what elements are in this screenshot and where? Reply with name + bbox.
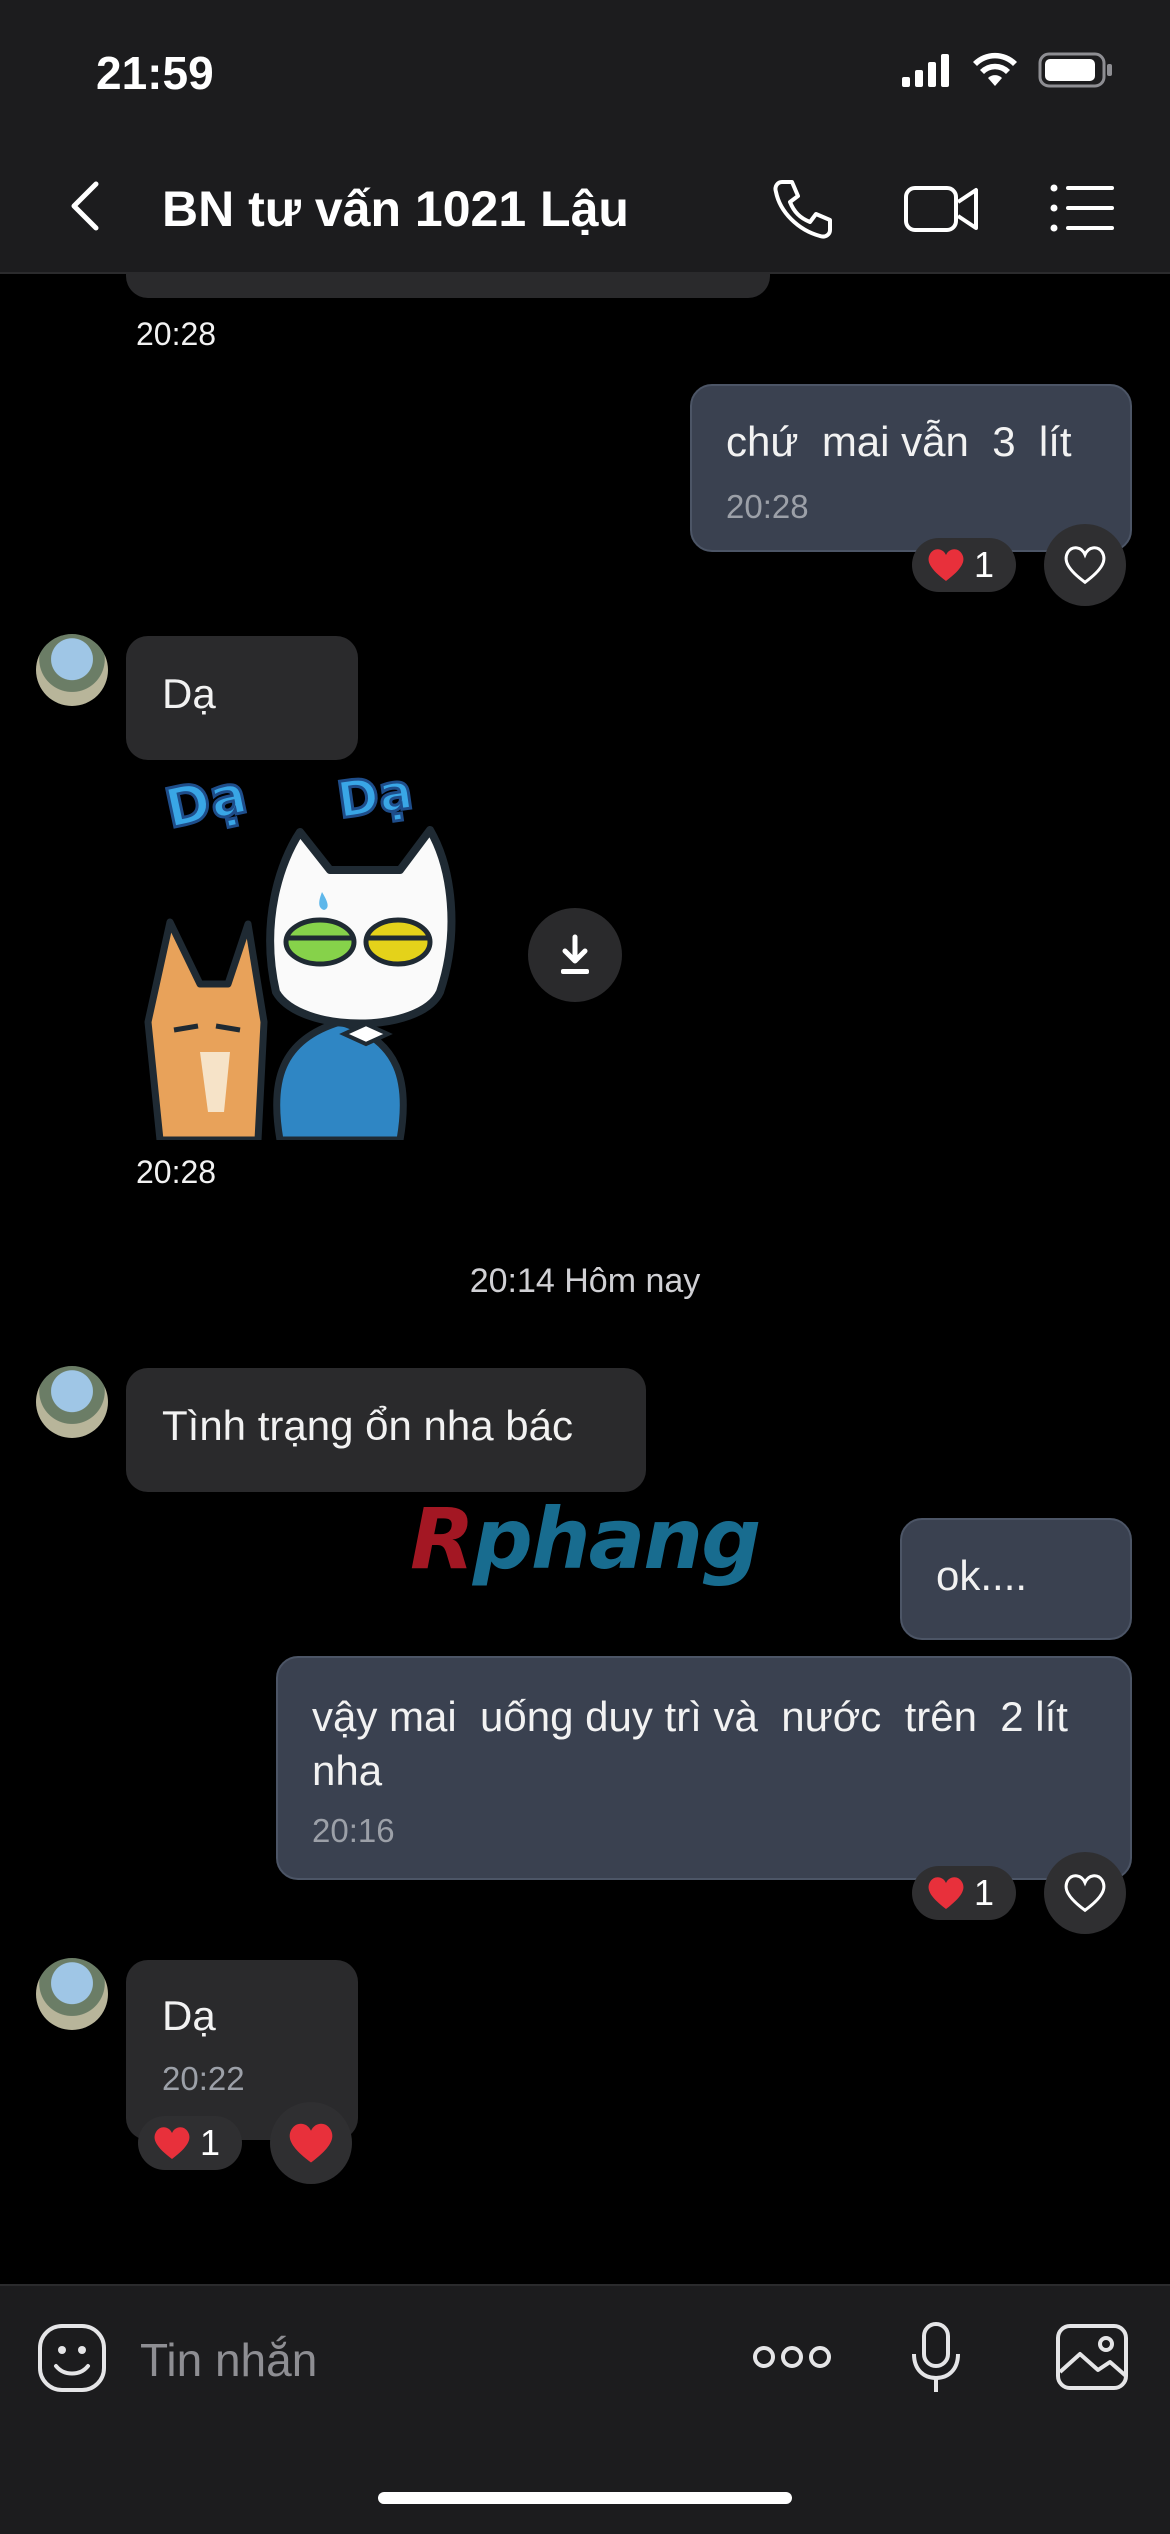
download-button[interactable] [528, 908, 622, 1002]
message-time: 20:28 [726, 488, 809, 525]
watermark-logo: Rphang [410, 1490, 761, 1588]
message-text: ok.... [936, 1552, 1028, 1599]
message-text: Tình trạng ổn nha bác [162, 1402, 573, 1449]
heart-outline-icon [1064, 1874, 1106, 1913]
heart-icon [154, 2127, 190, 2159]
sticker-image[interactable]: Dạ Dạ [130, 760, 510, 1144]
signal-icon [902, 54, 949, 87]
battery-icon [1038, 52, 1112, 88]
menu-list-icon[interactable] [1048, 176, 1118, 240]
message-bubble-outgoing[interactable]: ok.... [900, 1518, 1132, 1640]
message-bubble-partial[interactable] [126, 272, 770, 298]
message-bubble-outgoing[interactable]: vậy mai uống duy trì và nước trên 2 lít … [276, 1656, 1132, 1880]
sticker-cat-fox: Dạ Dạ [144, 760, 456, 1144]
message-bubble-outgoing[interactable]: chứ mai vẫn 3 lít 20:28 [690, 384, 1132, 552]
avatar[interactable] [36, 634, 108, 706]
message-bubble-incoming[interactable]: Dạ [126, 636, 358, 760]
message-text: vậy mai uống duy trì và nước trên 2 lít … [312, 1693, 1092, 1794]
reaction-number: 1 [200, 2122, 221, 2163]
message-time: 20:22 [162, 2060, 245, 2097]
message-text: Dạ [162, 670, 216, 717]
message-input[interactable]: Tin nhắn [140, 2333, 317, 2387]
message-list[interactable]: 20:28 chứ mai vẫn 3 lít 20:28 1 Dạ Dạ Dạ… [0, 272, 1170, 2284]
heart-icon [928, 1877, 964, 1909]
wifi-icon [973, 52, 1017, 86]
download-icon [561, 934, 589, 974]
date-separator: 20:14 Hôm nay [469, 1262, 701, 1300]
react-button[interactable] [270, 2102, 352, 2184]
avatar[interactable] [36, 1366, 108, 1438]
message-text: chứ mai vẫn 3 lít [726, 418, 1072, 465]
heart-outline-icon [1064, 546, 1106, 585]
avatar[interactable] [36, 1958, 108, 2030]
status-time: 21:59 [96, 47, 214, 99]
message-time: 20:16 [312, 1812, 395, 1849]
reaction-number: 1 [974, 1872, 995, 1913]
sticker-text-left: Dạ [160, 772, 253, 841]
more-options-icon[interactable] [752, 2340, 832, 2374]
video-call-icon[interactable] [902, 176, 980, 240]
chat-title[interactable]: BN tư vấn 1021 Lậu [162, 180, 629, 238]
message-bubble-incoming[interactable]: Tình trạng ổn nha bác [126, 1368, 646, 1492]
react-button[interactable] [1044, 1852, 1126, 1934]
reaction-count[interactable]: 1 [912, 1866, 1016, 1920]
status-icons [902, 52, 1114, 88]
sticker-text-right: Dạ [334, 772, 417, 830]
message-time: 20:28 [128, 314, 225, 355]
reaction-number: 1 [974, 544, 995, 585]
emoji-sticker-icon[interactable] [36, 2322, 108, 2394]
back-chevron-icon[interactable] [58, 176, 118, 236]
reaction-count[interactable]: 1 [912, 538, 1016, 592]
heart-icon [928, 549, 964, 581]
reaction-count[interactable]: 1 [138, 2116, 242, 2170]
heart-icon [289, 2123, 333, 2163]
image-gallery-icon[interactable] [1054, 2322, 1130, 2392]
microphone-icon[interactable] [910, 2320, 962, 2396]
message-text: Dạ [162, 1992, 216, 2039]
message-time: 20:28 [128, 1152, 225, 1193]
phone-call-icon[interactable] [768, 176, 838, 240]
react-button[interactable] [1044, 524, 1126, 606]
home-indicator [378, 2492, 792, 2504]
